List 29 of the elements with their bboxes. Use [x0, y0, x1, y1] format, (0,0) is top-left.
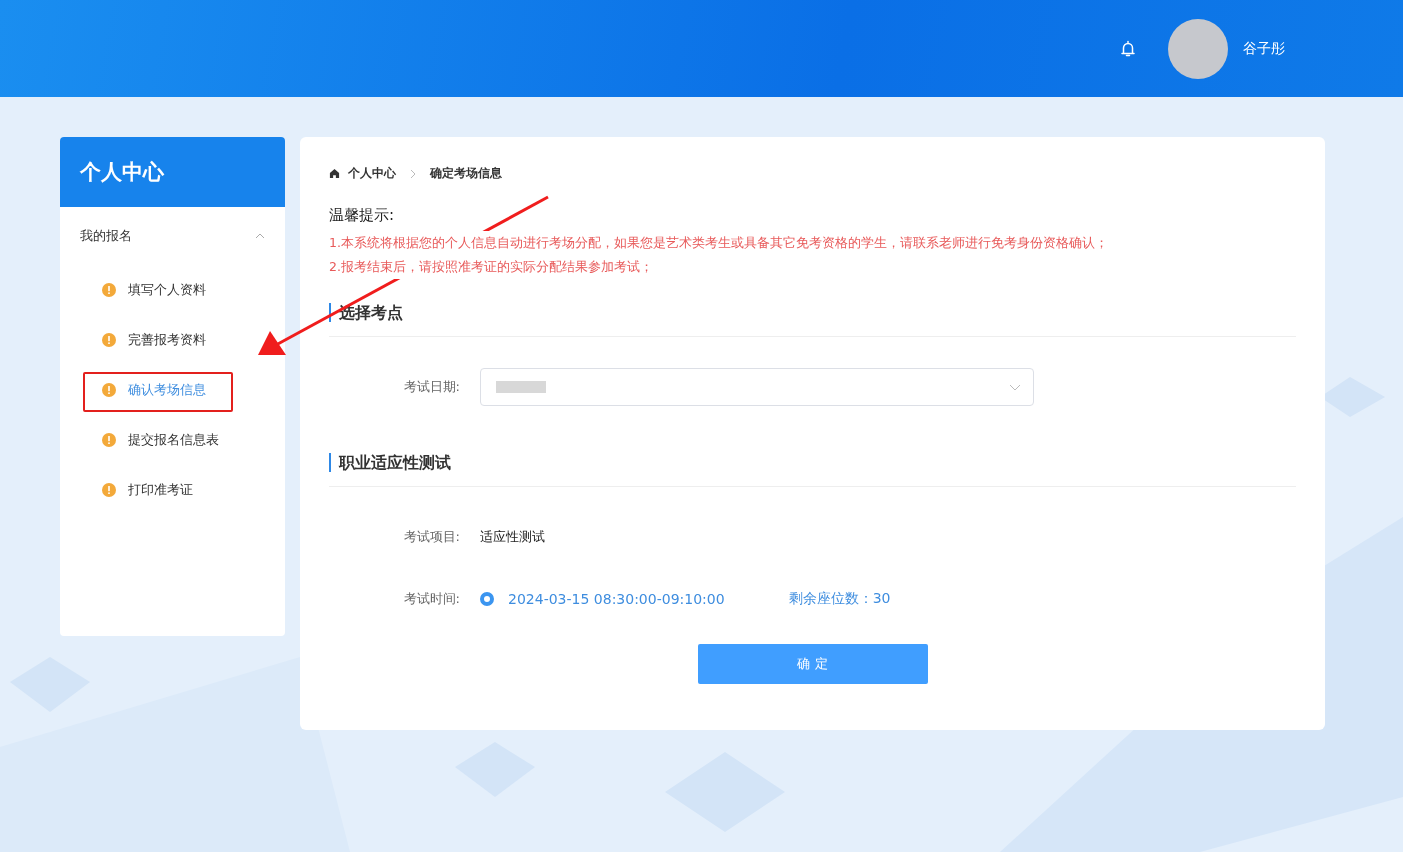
remaining-seats: 剩余座位数：30	[788, 590, 891, 608]
notification-bell-icon[interactable]	[1120, 39, 1136, 58]
warning-icon	[102, 433, 116, 447]
menu-item[interactable]: 提交报名信息表	[60, 431, 219, 449]
chevron-right-icon	[410, 168, 416, 179]
breadcrumb-item: 确定考场信息	[430, 165, 502, 182]
user-name[interactable]: 谷子彤	[1243, 39, 1285, 58]
field-label: 考试日期:	[402, 378, 461, 396]
warning-icon	[102, 283, 116, 297]
section-title: 职业适应性测试	[329, 453, 451, 472]
warning-icon	[102, 333, 116, 347]
menu-item[interactable]: 填写个人资料	[60, 281, 206, 299]
menu-item[interactable]: 确认考场信息	[60, 381, 206, 399]
home-icon[interactable]	[329, 168, 340, 179]
sidebar-title: 个人中心	[80, 159, 164, 186]
field-value: 适应性测试	[480, 528, 545, 546]
field-label: 考试时间:	[402, 590, 461, 608]
warning-icon	[102, 483, 116, 497]
field-label: 考试项目:	[402, 528, 461, 546]
menu-item[interactable]: 完善报考资料	[60, 331, 206, 349]
warning-icon	[102, 383, 116, 397]
chevron-icon	[255, 233, 265, 239]
menu-group[interactable]: 我的报名	[60, 207, 285, 265]
redaction-blur	[496, 381, 546, 393]
menu-item[interactable]: 打印准考证	[60, 481, 193, 499]
breadcrumb-item[interactable]: 个人中心	[348, 165, 396, 182]
chevron-down-icon	[1009, 384, 1021, 391]
notice-title: 温馨提示:	[329, 206, 396, 225]
time-radio-option[interactable]: 2024-03-15 08:30:00-09:10:00	[480, 591, 725, 607]
